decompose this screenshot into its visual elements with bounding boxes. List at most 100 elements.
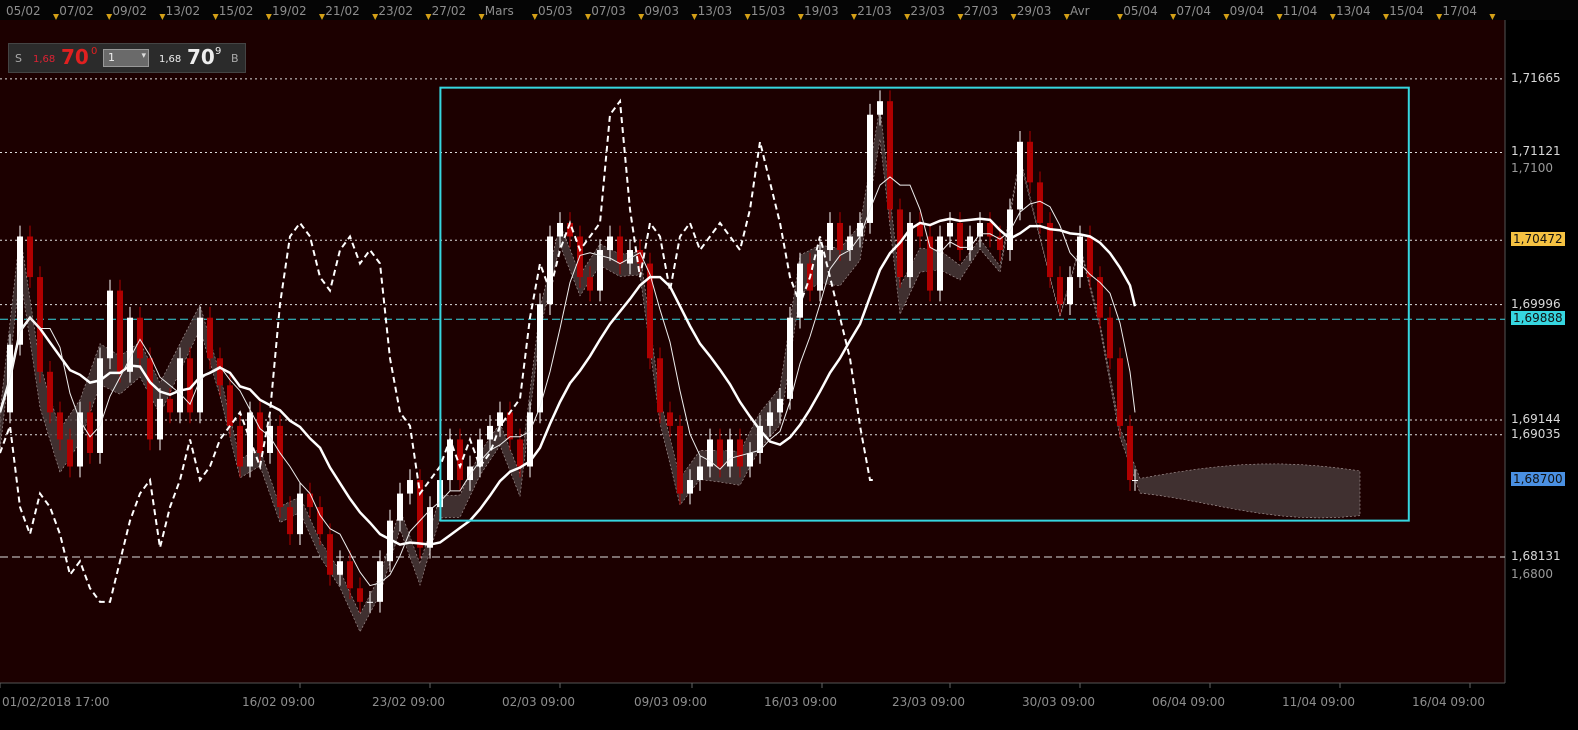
x-axis-label: 11/04 09:00 xyxy=(1282,695,1355,709)
candle-body xyxy=(697,466,703,481)
event-marker-icon[interactable] xyxy=(53,14,59,20)
x-axis-label: 16/04 09:00 xyxy=(1412,695,1485,709)
price-level-label: 1,68131 xyxy=(1511,549,1561,564)
sell-label[interactable]: S xyxy=(15,52,22,65)
candle-body xyxy=(817,250,823,291)
price-chart[interactable] xyxy=(0,0,1578,730)
y-tick-label: 1,7100 xyxy=(1511,160,1553,175)
candle-body xyxy=(307,493,313,508)
event-marker-icon[interactable] xyxy=(425,14,432,20)
spinner-icon[interactable]: ▾ xyxy=(141,51,146,61)
event-marker-icon[interactable] xyxy=(1383,14,1389,20)
quantity-value[interactable]: 1 xyxy=(108,51,115,64)
candle-body xyxy=(677,425,683,494)
candle-body xyxy=(867,114,873,223)
price-level-label: 1,69144 xyxy=(1511,411,1561,426)
candle-body xyxy=(877,101,883,115)
price-level-label: 1,70472 xyxy=(1511,232,1565,247)
x-axis-label: 30/03 09:00 xyxy=(1022,695,1095,709)
price-level-label: 1,69035 xyxy=(1511,426,1561,441)
candle-body xyxy=(67,439,73,467)
event-marker-icon[interactable] xyxy=(957,14,964,20)
candle-body xyxy=(507,412,513,440)
event-marker-icon[interactable] xyxy=(691,14,698,20)
event-marker-icon[interactable] xyxy=(904,14,911,20)
candle-body xyxy=(97,358,103,453)
candle-body xyxy=(237,425,243,467)
candle-body xyxy=(357,588,363,602)
plot-background xyxy=(0,20,1505,683)
price-level-label: 1,69888 xyxy=(1511,311,1565,326)
candle-body xyxy=(967,236,973,251)
candle-body xyxy=(717,439,723,467)
candle-body xyxy=(407,480,413,494)
bid-price[interactable]: 70 xyxy=(61,45,89,69)
ask-fraction: 9 xyxy=(215,46,222,57)
x-axis-label: 23/02 09:00 xyxy=(372,695,445,709)
event-marker-icon[interactable] xyxy=(106,14,113,20)
candle-body xyxy=(177,358,183,413)
candle-body xyxy=(657,358,663,413)
candle-body xyxy=(347,561,353,589)
event-marker-icon[interactable] xyxy=(212,14,219,20)
candle-body xyxy=(147,358,153,440)
candle-body xyxy=(207,317,213,359)
candle-body xyxy=(127,317,133,372)
event-marker-icon[interactable] xyxy=(1010,14,1017,20)
candle-body xyxy=(487,425,493,440)
event-marker-icon[interactable] xyxy=(851,14,857,20)
event-marker-icon[interactable] xyxy=(1276,14,1283,20)
event-marker-icon[interactable] xyxy=(1489,14,1496,20)
event-marker-icon[interactable] xyxy=(585,14,591,20)
event-marker-icon[interactable] xyxy=(319,14,325,20)
quantity-stepper[interactable]: 1 ▾ xyxy=(103,49,149,67)
candle-body xyxy=(367,601,373,603)
candle-body xyxy=(1107,317,1113,359)
candle-body xyxy=(1087,236,1093,278)
candle-body xyxy=(797,263,803,318)
event-marker-icon[interactable] xyxy=(159,14,166,20)
candle-body xyxy=(1077,236,1083,278)
event-marker-icon[interactable] xyxy=(638,14,645,20)
price-level-label: 1,69996 xyxy=(1511,296,1561,311)
candle-body xyxy=(287,507,293,535)
price-level-label: 1,68700 xyxy=(1511,472,1565,487)
candle-body xyxy=(557,222,563,237)
event-marker-icon[interactable] xyxy=(1223,14,1230,20)
event-marker-icon[interactable] xyxy=(744,14,751,20)
event-marker-icon[interactable] xyxy=(265,14,272,20)
bid-prefix: 1,68 xyxy=(33,54,56,65)
event-marker-icon[interactable] xyxy=(1117,14,1123,20)
candle-body xyxy=(617,236,623,264)
ask-prefix: 1,68 xyxy=(159,54,182,65)
candle-body xyxy=(167,398,173,413)
candle-body xyxy=(1132,480,1138,482)
event-marker-icon[interactable] xyxy=(478,14,485,20)
candle-body xyxy=(427,507,433,548)
candle-body xyxy=(57,412,63,440)
candle-body xyxy=(1047,222,1053,278)
event-marker-icon[interactable] xyxy=(1329,14,1336,20)
price-level-label: 1,71665 xyxy=(1511,70,1561,85)
x-axis-label: 06/04 09:00 xyxy=(1152,695,1225,709)
event-marker-icon[interactable] xyxy=(1436,14,1443,20)
buy-label[interactable]: B xyxy=(231,52,239,65)
candle-body xyxy=(547,236,553,305)
event-marker-icon[interactable] xyxy=(531,14,538,20)
candle-body xyxy=(1017,141,1023,210)
candle-body xyxy=(337,561,343,575)
candle-body xyxy=(297,493,303,535)
event-marker-icon[interactable] xyxy=(797,14,804,20)
candle-body xyxy=(687,480,693,494)
event-marker-icon[interactable] xyxy=(372,14,379,20)
event-marker-icon[interactable] xyxy=(1170,14,1177,20)
chart-window: 05/02 07/02 09/02 13/02 15/02 19/02 21/02 23/02… xyxy=(0,0,1578,730)
candle-body xyxy=(837,222,843,251)
candle-body xyxy=(497,412,503,426)
event-marker-icon[interactable] xyxy=(1063,14,1070,20)
x-axis-label: 09/03 09:00 xyxy=(634,695,707,709)
y-axis-panel xyxy=(1505,20,1578,683)
candle-body xyxy=(327,534,333,575)
x-axis-label: 16/03 09:00 xyxy=(764,695,837,709)
ask-price[interactable]: 70 xyxy=(187,45,215,69)
